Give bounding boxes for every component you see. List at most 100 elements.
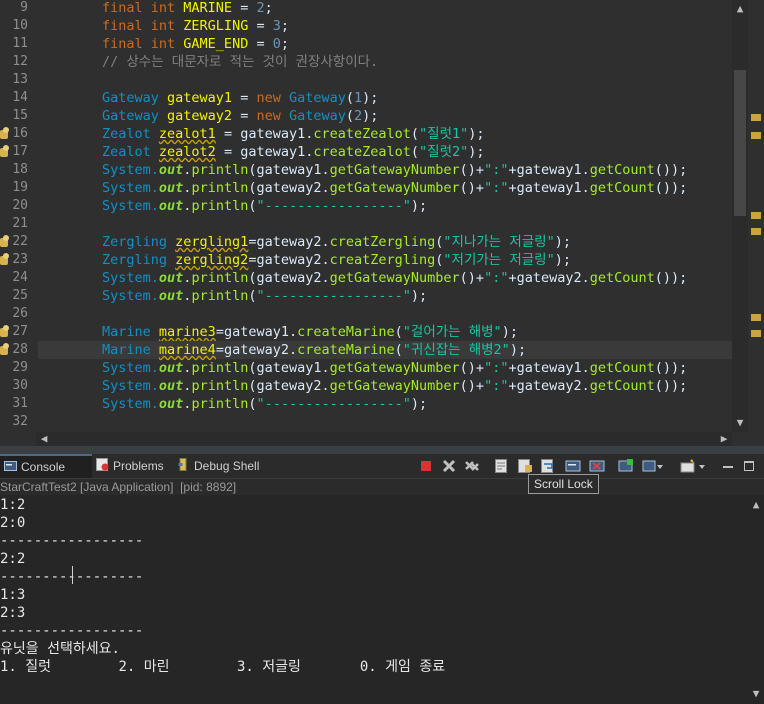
- code-line[interactable]: 31 System.out.println("-----------------"…: [0, 395, 748, 413]
- code-token: ());: [654, 270, 688, 286]
- code-line[interactable]: 15 Gateway gateway2 = new Gateway(2);: [0, 107, 748, 125]
- scroll-up-icon[interactable]: ▲: [748, 498, 764, 511]
- code-token: );: [362, 108, 379, 124]
- editor-horizontal-scrollbar[interactable]: ◀ ▶: [36, 432, 732, 446]
- warning-marker[interactable]: [751, 314, 761, 321]
- console-line: -----------------: [0, 623, 144, 639]
- code-token: "-----------------": [256, 198, 411, 214]
- remove-all-terminated-icon[interactable]: [464, 458, 480, 474]
- warning-icon[interactable]: [0, 325, 10, 339]
- line-number: 10: [12, 18, 28, 33]
- tab-debug-shell[interactable]: Debug Shell: [178, 454, 270, 478]
- code-token: out: [158, 360, 184, 376]
- code-editor[interactable]: 9 final int MARINE = 2; 10 final int ZERGLI…: [0, 0, 748, 432]
- warning-icon[interactable]: [0, 235, 10, 249]
- code-line[interactable]: 11 final int GAME_END = 0;: [0, 35, 748, 53]
- code-token: ());: [654, 162, 688, 178]
- warning-marker[interactable]: [751, 114, 761, 121]
- warning-marker[interactable]: [751, 212, 761, 219]
- code-line[interactable]: 23 Zergling zergling2=gateway2.creatZergl…: [0, 251, 748, 269]
- code-token: System.: [102, 198, 159, 214]
- code-line[interactable]: 14 Gateway gateway1 = new Gateway(1);: [0, 89, 748, 107]
- pin-console-icon[interactable]: [565, 458, 581, 474]
- scrollbar-thumb[interactable]: [734, 70, 746, 216]
- code-line[interactable]: 30 System.out.println(gateway2.getGateway…: [0, 377, 748, 395]
- code-line[interactable]: 17 Zealot zealot2 = gateway1.createZealot…: [0, 143, 748, 161]
- word-wrap-icon[interactable]: [540, 458, 556, 474]
- new-console-icon[interactable]: [680, 458, 705, 474]
- maximize-icon[interactable]: [741, 458, 757, 474]
- code-line[interactable]: 29 System.out.println(gateway1.getGateway…: [0, 359, 748, 377]
- panel-splitter[interactable]: [0, 446, 764, 454]
- code-line[interactable]: 16 Zealot zealot1 = gateway1.createZealot…: [0, 125, 748, 143]
- code-token: );: [554, 234, 571, 250]
- warning-marker[interactable]: [751, 132, 761, 139]
- code-line[interactable]: 26: [0, 305, 748, 323]
- code-token: =: [232, 0, 257, 16]
- console-vertical-scrollbar[interactable]: ▲ ▼: [748, 495, 764, 704]
- display-selected-console-icon[interactable]: [589, 458, 605, 474]
- line-number: 11: [12, 36, 28, 51]
- console-output[interactable]: 1:2 2:0 ----------------- 2:2 --------------…: [0, 495, 748, 704]
- line-number: 20: [12, 198, 28, 213]
- warning-icon[interactable]: [0, 145, 10, 159]
- scroll-up-icon[interactable]: ▲: [732, 2, 748, 15]
- open-console-icon[interactable]: [618, 458, 634, 474]
- code-token: int: [150, 0, 184, 16]
- clear-console-icon[interactable]: [494, 458, 510, 474]
- editor-vertical-scrollbar[interactable]: ▲ ▼: [732, 0, 748, 432]
- tab-problems[interactable]: Problems: [96, 454, 174, 478]
- scroll-right-icon[interactable]: ▶: [716, 432, 732, 446]
- code-line[interactable]: 9 final int MARINE = 2;: [0, 0, 748, 17]
- console-line: 유닛을 선택하세요.: [0, 641, 120, 657]
- code-token: Zergling: [102, 252, 176, 268]
- code-token: =: [248, 36, 273, 52]
- console-dropdown-icon[interactable]: [642, 458, 663, 474]
- code-text: final int MARINE = 2;: [102, 0, 273, 17]
- code-token: (gateway1.: [248, 162, 330, 178]
- code-line[interactable]: 20 System.out.println("-----------------"…: [0, 197, 748, 215]
- console-icon: [4, 457, 17, 479]
- warning-marker[interactable]: [751, 228, 761, 235]
- remove-launch-icon[interactable]: [441, 458, 457, 474]
- code-text: Zealot zealot1 = gateway1.createZealot("…: [102, 125, 485, 143]
- code-token: System.: [102, 288, 159, 304]
- code-token: ;: [280, 36, 289, 52]
- code-token: println: [191, 180, 249, 196]
- warning-icon[interactable]: [0, 127, 10, 141]
- code-token: System.: [102, 162, 159, 178]
- terminate-icon[interactable]: [418, 458, 434, 474]
- code-line[interactable]: 10 final int ZERGLING = 3;: [0, 17, 748, 35]
- tab-console-label: Console: [21, 460, 66, 474]
- code-line[interactable]: 27 Marine marine3=gateway1.createMarine("…: [0, 323, 748, 341]
- warning-icon[interactable]: [0, 343, 10, 357]
- code-line[interactable]: 12 // 상수는 대문자로 적는 것이 권장사항이다.: [0, 53, 748, 71]
- code-line[interactable]: 32: [0, 413, 748, 431]
- warning-marker[interactable]: [751, 330, 761, 337]
- code-text: Zergling zergling1=gateway2.creatZerglin…: [102, 233, 571, 251]
- code-line[interactable]: 25 System.out.println("-----------------"…: [0, 287, 748, 305]
- code-line[interactable]: 28 Marine marine4=gateway2.createMarine("…: [0, 341, 732, 359]
- code-line[interactable]: 22 Zergling zergling1=gateway2.creatZergl…: [0, 233, 748, 251]
- scroll-down-icon[interactable]: ▼: [732, 416, 748, 429]
- scroll-lock-icon[interactable]: [517, 458, 533, 474]
- scroll-down-icon[interactable]: ▼: [748, 687, 764, 700]
- code-token: new: [256, 108, 289, 124]
- warning-icon[interactable]: [0, 253, 10, 267]
- code-line[interactable]: 19 System.out.println(gateway2.getGateway…: [0, 179, 748, 197]
- code-token: "-----------------": [256, 396, 411, 412]
- overview-ruler[interactable]: [748, 0, 764, 432]
- code-text: System.out.println(gateway2.getGatewayNu…: [102, 377, 687, 395]
- code-line[interactable]: 21: [0, 215, 748, 233]
- code-line[interactable]: 18 System.out.println(gateway1.getGateway…: [0, 161, 748, 179]
- code-token: new: [256, 90, 289, 106]
- minimize-icon[interactable]: [720, 458, 736, 474]
- code-line[interactable]: 24 System.out.println(gateway2.getGateway…: [0, 269, 748, 287]
- code-token: = gateway1.: [215, 144, 314, 160]
- console-line: 1:3: [0, 587, 26, 603]
- scroll-left-icon[interactable]: ◀: [36, 432, 52, 446]
- code-line[interactable]: 13: [0, 71, 748, 89]
- scroll-lock-tooltip: Scroll Lock: [528, 474, 599, 494]
- tab-console[interactable]: Console: [0, 454, 92, 478]
- code-text: System.out.println("-----------------");: [102, 197, 427, 215]
